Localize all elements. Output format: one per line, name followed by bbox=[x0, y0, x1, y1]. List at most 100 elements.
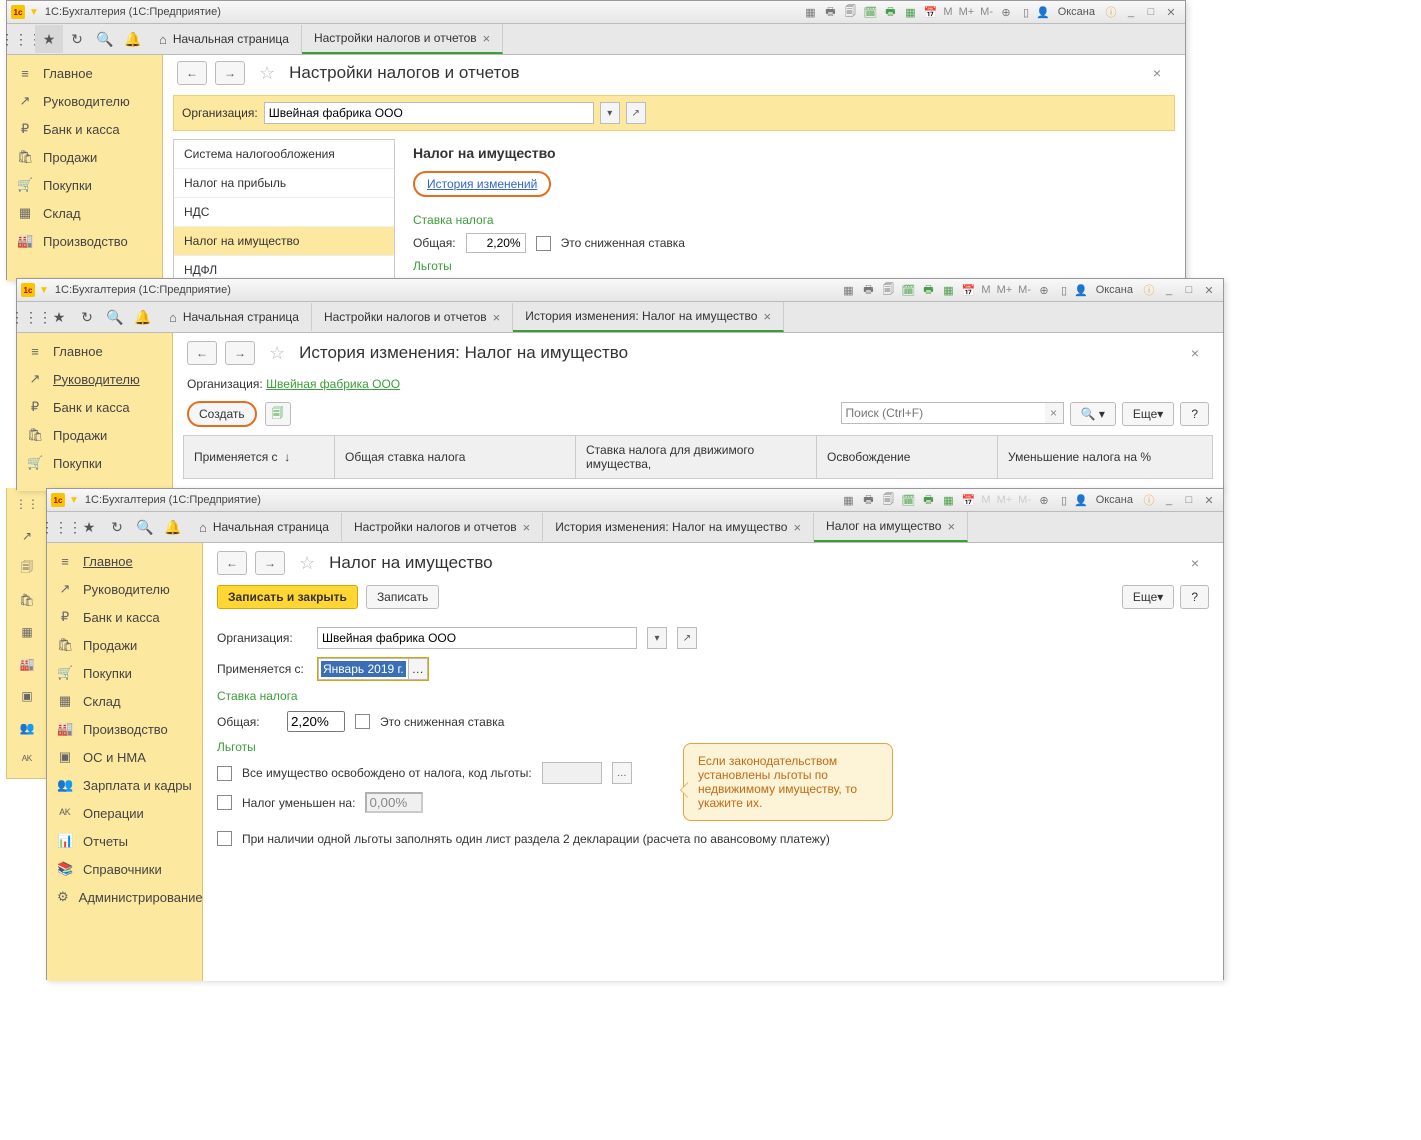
page-close-icon[interactable]: × bbox=[1153, 65, 1171, 81]
col-movable[interactable]: Ставка налога для движимого имущества, bbox=[576, 436, 817, 478]
favorite-icon[interactable]: ☆ bbox=[259, 63, 275, 84]
tab-property[interactable]: Налог на имущество× bbox=[814, 512, 968, 542]
back-button[interactable]: ← bbox=[177, 61, 207, 85]
tab-home[interactable]: ⌂Начальная страница bbox=[187, 513, 342, 541]
sidebar-item-bank[interactable]: ₽Банк и касса bbox=[17, 393, 172, 421]
date-field[interactable]: Январь 2019 г. … bbox=[317, 657, 429, 681]
search-icon[interactable]: 🔍 bbox=[101, 303, 129, 331]
mplus-button[interactable]: M+ bbox=[997, 284, 1013, 296]
close-icon[interactable]: ✕ bbox=[1201, 282, 1217, 298]
sidebar-item-purchases[interactable]: 🛒Покупки bbox=[17, 449, 172, 477]
reduced-checkbox[interactable] bbox=[217, 795, 232, 810]
sidebar-item-sales[interactable]: 🛍Продажи bbox=[7, 143, 162, 171]
maximize-icon[interactable]: □ bbox=[1181, 282, 1197, 298]
print2-icon[interactable]: 🖶 bbox=[882, 4, 898, 20]
star-icon[interactable]: ★ bbox=[35, 25, 63, 53]
tab-home[interactable]: ⌂Начальная страница bbox=[147, 25, 302, 53]
tab-settings[interactable]: Настройки налогов и отчетов× bbox=[312, 303, 513, 331]
org-input[interactable] bbox=[264, 102, 594, 124]
forward-button[interactable]: → bbox=[225, 341, 255, 365]
copy-button[interactable]: 🗐 bbox=[265, 402, 291, 426]
star-icon[interactable]: ★ bbox=[75, 513, 103, 541]
panel-icon[interactable]: ▯ bbox=[1018, 4, 1034, 20]
lowered-checkbox[interactable] bbox=[536, 236, 551, 251]
mminus-button[interactable]: M- bbox=[1018, 494, 1031, 506]
sidebar-item-manager[interactable]: ↗Руководителю bbox=[47, 575, 202, 603]
favorite-icon[interactable]: ☆ bbox=[269, 343, 285, 364]
info-icon[interactable]: ⓘ bbox=[1141, 492, 1157, 508]
menu-property-tax[interactable]: Налог на имущество bbox=[174, 227, 394, 256]
lowered-checkbox[interactable] bbox=[355, 714, 370, 729]
info-icon[interactable]: ⓘ bbox=[1103, 4, 1119, 20]
tab-close-icon[interactable]: × bbox=[483, 31, 491, 46]
print-icon[interactable]: 🖶 bbox=[822, 4, 838, 20]
bell-icon[interactable]: 🔔 bbox=[119, 25, 147, 53]
zoom-icon[interactable]: ⊕ bbox=[998, 4, 1014, 20]
calc-icon[interactable]: 🗓 bbox=[900, 492, 916, 508]
sidebar-item-catalogs[interactable]: 📚Справочники bbox=[47, 855, 202, 883]
benefit-picker-icon[interactable]: … bbox=[612, 762, 632, 784]
search-icon[interactable]: 🔍 bbox=[91, 25, 119, 53]
tab-settings[interactable]: Настройки налогов и отчетов× bbox=[342, 513, 543, 541]
info-icon[interactable]: ⓘ bbox=[1141, 282, 1157, 298]
history-icon[interactable]: ↻ bbox=[63, 25, 91, 53]
sidebar-item-purchases[interactable]: 🛒Покупки bbox=[47, 659, 202, 687]
sidebar-item-bank[interactable]: ₽Банк и касса bbox=[47, 603, 202, 631]
save-close-button[interactable]: Записать и закрыть bbox=[217, 585, 358, 609]
history-link[interactable]: История изменений bbox=[413, 171, 551, 197]
history-icon[interactable]: ↻ bbox=[103, 513, 131, 541]
save-button[interactable]: Записать bbox=[366, 585, 439, 609]
print2-icon[interactable]: 🖶 bbox=[920, 492, 936, 508]
tab-close-icon[interactable]: × bbox=[793, 520, 801, 535]
sidebar-item-main[interactable]: ≡Главное bbox=[17, 337, 172, 365]
menu-tax-system[interactable]: Система налогообложения bbox=[174, 140, 394, 169]
sidebar-item-main[interactable]: ≡Главное bbox=[47, 547, 202, 575]
col-exempt[interactable]: Освобождение bbox=[817, 436, 998, 478]
star-icon[interactable]: ★ bbox=[45, 303, 73, 331]
print-icon[interactable]: 🖶 bbox=[860, 282, 876, 298]
favorite-icon[interactable]: ☆ bbox=[299, 553, 315, 574]
tab-history[interactable]: История изменения: Налог на имущество× bbox=[513, 302, 784, 332]
sidebar-item-production[interactable]: 🏭Производство bbox=[47, 715, 202, 743]
tab-settings[interactable]: Настройки налогов и отчетов× bbox=[302, 24, 503, 54]
more-button[interactable]: Еще ▾ bbox=[1122, 585, 1174, 609]
calendar-icon[interactable]: 📅 bbox=[922, 4, 938, 20]
calc-icon[interactable]: 🗓 bbox=[862, 4, 878, 20]
menu-vat[interactable]: НДС bbox=[174, 198, 394, 227]
sidebar-item-production[interactable]: 🏭Производство bbox=[7, 227, 162, 255]
grid-icon[interactable]: ▦ bbox=[840, 282, 856, 298]
grid-icon[interactable]: ▦ bbox=[840, 492, 856, 508]
find-button[interactable]: 🔍 ▾ bbox=[1070, 402, 1116, 426]
back-button[interactable]: ← bbox=[217, 551, 247, 575]
col-reduce[interactable]: Уменьшение налога на % bbox=[998, 436, 1212, 478]
help-button[interactable]: ? bbox=[1180, 402, 1209, 426]
dropdown-icon[interactable]: ▼ bbox=[39, 285, 49, 296]
minimize-icon[interactable]: _ bbox=[1123, 4, 1139, 20]
page-close-icon[interactable]: × bbox=[1191, 555, 1209, 571]
doc-icon[interactable]: 🗐 bbox=[842, 4, 858, 20]
tab-close-icon[interactable]: × bbox=[493, 310, 501, 325]
sidebar-item-sales[interactable]: 🛍Продажи bbox=[17, 421, 172, 449]
forward-button[interactable]: → bbox=[255, 551, 285, 575]
print-icon[interactable]: 🖶 bbox=[860, 492, 876, 508]
sidebar-item-main[interactable]: ≡Главное bbox=[7, 59, 162, 87]
apps-icon[interactable]: ⋮⋮⋮ bbox=[17, 303, 45, 331]
zoom-icon[interactable]: ⊕ bbox=[1036, 282, 1052, 298]
zoom-icon[interactable]: ⊕ bbox=[1036, 492, 1052, 508]
panel-icon[interactable]: ▯ bbox=[1056, 282, 1072, 298]
dropdown-icon[interactable]: ▼ bbox=[69, 495, 79, 506]
rate-input[interactable] bbox=[287, 711, 345, 732]
apps-icon[interactable]: ⋮⋮⋮ bbox=[47, 513, 75, 541]
search-icon[interactable]: 🔍 bbox=[131, 513, 159, 541]
print2-icon[interactable]: 🖶 bbox=[920, 282, 936, 298]
doc-icon[interactable]: 🗐 bbox=[880, 282, 896, 298]
minimize-icon[interactable]: _ bbox=[1161, 492, 1177, 508]
sidebar-item-purchases[interactable]: 🛒Покупки bbox=[7, 171, 162, 199]
tab-close-icon[interactable]: × bbox=[763, 309, 771, 324]
page-close-icon[interactable]: × bbox=[1191, 345, 1209, 361]
calendar-icon[interactable]: 📅 bbox=[960, 282, 976, 298]
m-button[interactable]: M bbox=[981, 284, 990, 296]
menu-profit-tax[interactable]: Налог на прибыль bbox=[174, 169, 394, 198]
rate-input[interactable] bbox=[466, 233, 526, 253]
date-picker-icon[interactable]: … bbox=[409, 658, 428, 680]
